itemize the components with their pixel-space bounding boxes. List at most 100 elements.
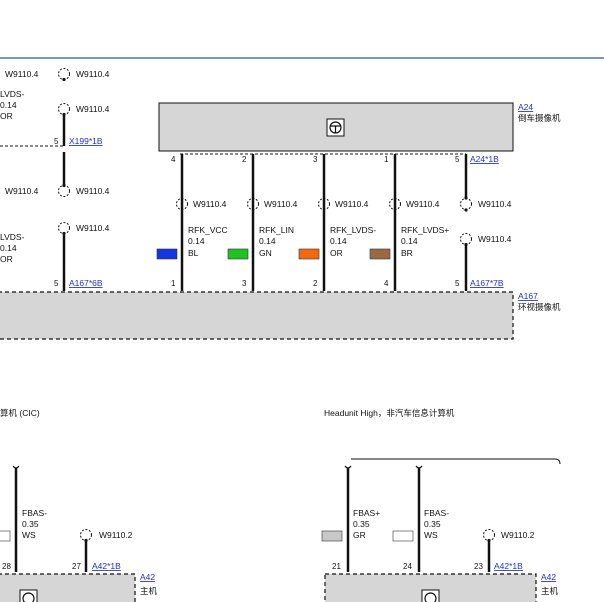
bundle-bracket [351,458,561,465]
wire-labels: RFK_VCC 0.14 BL RFK_LIN 0.14 GN RFK_LVDS… [156,225,449,260]
shield-label: W9110.2 [501,530,535,540]
pin-number: 1 [384,155,389,164]
shield-label: W9110.4 [5,186,39,196]
pin-number: 1 [171,279,176,288]
wire-color: OR [0,111,13,121]
pin-number: 2 [313,279,318,288]
shield-label: W9110.4 [76,223,110,233]
a24-module-link[interactable]: A24 [518,102,533,112]
shield-label: W9110.4 [264,199,298,209]
pin-number: 2 [242,155,247,164]
wiring-diagram: W9110.4 W9110.4 LVDS- 0.14 OR W9110.4 5 … [0,57,604,602]
ground-shield-icon [58,68,70,82]
pin-number: 5 [54,279,59,288]
bottom-left-wires: FBAS- 0.35 WS W9110.2 28 27 A42*1B [0,465,133,572]
pin-number: 3 [242,279,247,288]
a167-pins: 1 3 2 4 5 A167*7B [171,278,504,288]
wrench-icon [326,118,345,137]
a167-left-connector-link[interactable]: A167*6B [69,278,103,288]
color-swatch-or [298,248,320,260]
ground-shield-icon [80,529,92,543]
wire-color: GR [353,530,366,540]
pin-number: 27 [72,562,81,571]
wire-size: 0.14 [330,236,347,246]
shield-label: W9110.4 [478,199,512,209]
left-fragment: W9110.4 W9110.4 LVDS- 0.14 OR W9110.4 5 … [0,68,110,291]
ground-shield-icon [483,529,495,543]
wire-size: 0.14 [0,100,17,110]
shield-label: W9110.4 [193,199,227,209]
color-swatch-ws [0,530,11,542]
wire-name: RFK_LVDS- [330,225,376,235]
wrench-icon [19,589,38,602]
pin-number: 21 [332,562,341,571]
a42-left-module-name: 主机 [140,586,158,596]
wire-name: RFK_VCC [188,225,228,235]
wire-size: 0.14 [0,243,17,253]
a24-module-name: 倒车摄像机 [518,113,561,123]
a42-right-connector-link[interactable]: A42*1B [494,561,523,571]
a42-right-module-name: 主机 [541,586,559,596]
pin-number: 28 [2,562,11,571]
wire-color: BL [188,248,199,258]
shield-label: W9110.4 [406,199,440,209]
wire-name: LVDS- [0,232,25,242]
ground-shield-icon [58,222,70,236]
wrench-icon [421,589,440,602]
a42-right-module-link[interactable]: A42 [541,572,556,582]
shield-label: W9110.4 [478,234,512,244]
wire-color: GN [259,248,272,258]
a42-right-caption: Headunit High，非汽车信息计算机 [324,408,455,418]
a24-pins: 4 2 3 1 5 [171,155,460,164]
wire-name: RFK_LVDS+ [401,225,449,235]
pin-number: 23 [474,562,483,571]
wire-size: 0.14 [188,236,205,246]
bottom-right-wires: FBAS+ 0.35 GR FBAS- 0.35 WS W9110.2 21 2… [321,465,535,572]
a167-module-link[interactable]: A167 [518,291,538,301]
a24-connector-link[interactable]: A24*1B [470,154,499,164]
shield-label: W9110.4 [335,199,369,209]
color-swatch-bl [156,248,178,260]
wire-name: FBAS+ [353,508,380,518]
pin-number: 24 [403,562,412,571]
module-a24: A24 倒车摄像机 A24*1B [158,102,561,164]
wire-size: 0.14 [259,236,276,246]
shield-label: W9110.4 [76,104,110,114]
color-swatch-gr [321,530,343,542]
wire-name: FBAS- [424,508,449,518]
a42-left-module-link[interactable]: A42 [140,572,155,582]
ground-shield-icon [460,196,472,212]
wire-size: 0.14 [401,236,418,246]
a42-left-caption: 算机 (CIC) [0,408,40,418]
pin-number: 5 [455,155,460,164]
ground-shield-icon [58,103,70,117]
pin-number: 3 [313,155,318,164]
color-swatch-gn [227,248,249,260]
shield-label: W9110.4 [76,186,110,196]
module-a42-right: A42 主机 [324,572,559,602]
wire-size: 0.35 [22,519,39,529]
a42-left-connector-link[interactable]: A42*1B [92,561,121,571]
pin-number: 4 [384,279,389,288]
a167-module-name: 环视摄像机 [518,302,561,312]
pin-number: 5 [455,279,460,288]
module-a42-left: A42 主机 [0,572,158,602]
wire-color: WS [424,530,438,540]
a167-right-connector-link[interactable]: A167*7B [470,278,504,288]
wire-bundle [180,154,468,291]
ground-shield-icon [58,183,70,197]
color-swatch-br [369,248,391,260]
wire-color: OR [330,248,343,258]
pin-number: 4 [171,155,176,164]
pin-number: 5 [54,137,59,146]
x199-connector-link[interactable]: X199*1B [69,136,103,146]
wire-size: 0.35 [424,519,441,529]
wire-size: 0.35 [353,519,370,529]
wire-name: LVDS- [0,89,25,99]
shield-label: W9110.4 [76,69,110,79]
wire-name: RFK_LIN [259,225,294,235]
wire-color: OR [0,254,13,264]
module-a167: A167 环视摄像机 [0,291,561,340]
shield-label: W9110.2 [99,530,133,540]
wire-name: FBAS- [22,508,47,518]
